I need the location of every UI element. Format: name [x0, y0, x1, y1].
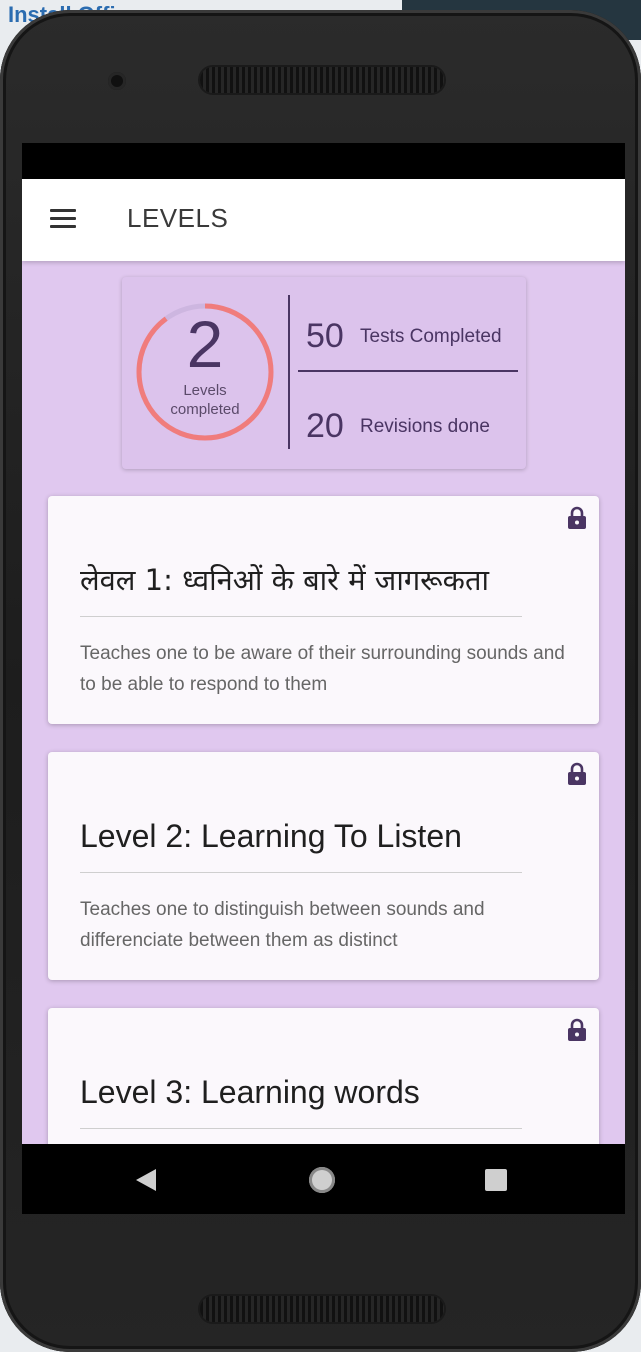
level-card-2[interactable]: Level 2: Learning To Listen Teaches one …: [48, 752, 599, 980]
lock-icon: [568, 1018, 586, 1041]
status-bar: [22, 143, 625, 179]
level-card-3[interactable]: Level 3: Learning words: [48, 1008, 599, 1144]
level-title: Level 3: Learning words: [80, 1074, 420, 1110]
levels-completed-label: Levels completed: [134, 381, 276, 419]
level-divider: [80, 616, 522, 617]
tests-completed-label: Tests Completed: [360, 326, 502, 347]
level-divider: [80, 872, 522, 873]
hamburger-menu-icon[interactable]: [50, 209, 76, 229]
system-navigation-bar: [22, 1144, 625, 1214]
levels-label-line1: Levels: [183, 382, 227, 399]
levels-label-line2: completed: [170, 401, 240, 418]
home-circle-icon[interactable]: [309, 1167, 335, 1193]
back-triangle-icon[interactable]: [134, 1168, 158, 1192]
lock-icon: [568, 506, 586, 529]
page-title: LEVELS: [127, 203, 229, 233]
page: Install Offi LEVELS 2 Levels completed: [0, 0, 641, 1352]
revisions-done-count: 20: [306, 407, 344, 445]
level-card-1[interactable]: लेवल 1: ध्वनिओं के बारे में जागरूकता Tea…: [48, 496, 599, 724]
revisions-done-label: Revisions done: [360, 416, 490, 437]
bottom-speaker-grille: [200, 1296, 444, 1322]
stats-horizontal-divider: [298, 370, 518, 372]
app-bar: LEVELS: [22, 179, 625, 261]
device-screen: LEVELS 2 Levels completed 50 Tests Compl…: [22, 143, 625, 1214]
top-speaker-grille: [200, 67, 444, 93]
level-description: Teaches one to be aware of their surroun…: [80, 643, 565, 695]
level-title: लेवल 1: ध्वनिओं के बारे में जागरूकता: [80, 563, 489, 597]
progress-stats-card: 2 Levels completed 50 Tests Completed 20…: [122, 277, 526, 469]
levels-completed-count: 2: [186, 307, 224, 381]
lock-icon: [568, 762, 586, 785]
recents-square-icon[interactable]: [485, 1169, 507, 1191]
levels-content[interactable]: 2 Levels completed 50 Tests Completed 20…: [22, 261, 625, 1144]
front-camera: [108, 72, 126, 90]
level-description: Teaches one to distinguish between sound…: [80, 899, 485, 951]
level-divider: [80, 1128, 522, 1129]
tests-completed-count: 50: [306, 317, 344, 355]
level-title: Level 2: Learning To Listen: [80, 818, 462, 854]
stats-vertical-divider: [288, 295, 290, 449]
